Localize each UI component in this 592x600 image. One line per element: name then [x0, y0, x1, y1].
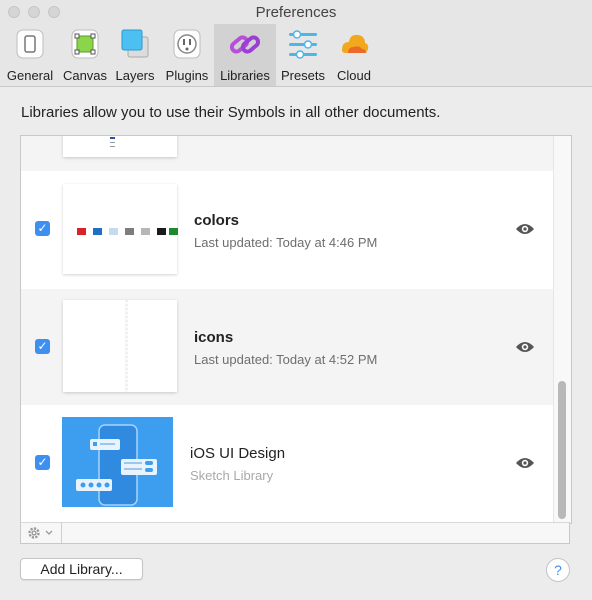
eye-icon[interactable]	[515, 222, 535, 236]
window-title: Preferences	[255, 4, 337, 21]
cloud-icon	[342, 34, 369, 53]
layers-icon	[121, 29, 149, 58]
add-library-button[interactable]: Add Library...	[20, 558, 143, 580]
library-subtitle: Sketch Library	[190, 468, 274, 483]
title-bar: Preferences	[0, 0, 592, 24]
chevron-down-icon	[45, 530, 53, 535]
tab-general[interactable]: General	[0, 24, 60, 86]
list-item[interactable]: ✓ icons Last updated: Today at 4:52 PM	[21, 289, 553, 405]
tab-plugins[interactable]: Plugins	[160, 24, 214, 86]
libraries-list[interactable]: ✓ colors Last updated: Today at 4:46 PM …	[20, 135, 572, 524]
tab-presets[interactable]: Presets	[276, 24, 330, 86]
eye-icon[interactable]	[515, 456, 535, 470]
general-icon	[16, 29, 44, 59]
library-thumbnail	[63, 300, 177, 392]
libraries-icon	[229, 35, 261, 54]
tab-cloud[interactable]: Cloud	[330, 24, 378, 86]
library-subtitle: Last updated: Today at 4:46 PM	[194, 235, 378, 250]
tab-canvas-label: Canvas	[62, 68, 108, 83]
tab-cloud-label: Cloud	[337, 68, 371, 83]
plugins-icon	[173, 29, 201, 59]
library-thumbnail	[62, 417, 173, 507]
eye-icon[interactable]	[515, 340, 535, 354]
scrollbar-thumb[interactable]	[558, 381, 566, 519]
gear-menu-button[interactable]	[21, 523, 62, 543]
color-swatch	[93, 228, 102, 235]
color-swatch	[125, 228, 134, 235]
library-subtitle: Last updated: Today at 4:52 PM	[194, 352, 378, 367]
color-swatch	[157, 228, 166, 235]
canvas-icon	[71, 29, 99, 59]
list-item[interactable]	[21, 136, 553, 171]
tab-canvas[interactable]: Canvas	[60, 24, 110, 86]
tab-libraries-label: Libraries	[220, 68, 270, 83]
tab-layers-label: Layers	[115, 68, 155, 83]
tab-libraries[interactable]: Libraries	[214, 24, 276, 86]
preferences-toolbar: General Canvas Layers Plugins Libraries …	[0, 24, 592, 87]
library-enabled-checkbox[interactable]: ✓	[35, 221, 50, 236]
tab-layers[interactable]: Layers	[110, 24, 160, 86]
library-enabled-checkbox[interactable]: ✓	[35, 455, 50, 470]
library-thumbnail	[63, 184, 178, 274]
presets-icon	[289, 30, 317, 59]
tab-general-label: General	[6, 68, 54, 83]
gear-icon	[28, 527, 40, 539]
list-footer-bar	[20, 522, 570, 544]
phone-illustration	[76, 424, 157, 506]
help-button[interactable]: ?	[546, 558, 570, 582]
tab-presets-label: Presets	[280, 68, 326, 83]
library-enabled-checkbox[interactable]: ✓	[35, 339, 50, 354]
library-name: icons	[194, 329, 234, 346]
list-item[interactable]: ✓ colors Last updated: Today at 4:46 PM	[21, 171, 553, 289]
library-name: colors	[194, 212, 240, 229]
color-swatch	[169, 228, 178, 235]
libraries-description: Libraries allow you to use their Symbols…	[21, 104, 441, 121]
color-swatch	[77, 228, 86, 235]
list-item[interactable]: ✓ iOS UI Design Sketch Library	[21, 405, 553, 523]
color-swatch	[109, 228, 118, 235]
library-name: iOS UI Design	[190, 445, 286, 462]
library-thumbnail	[63, 136, 177, 157]
tab-plugins-label: Plugins	[165, 68, 209, 83]
color-swatch	[141, 228, 150, 235]
